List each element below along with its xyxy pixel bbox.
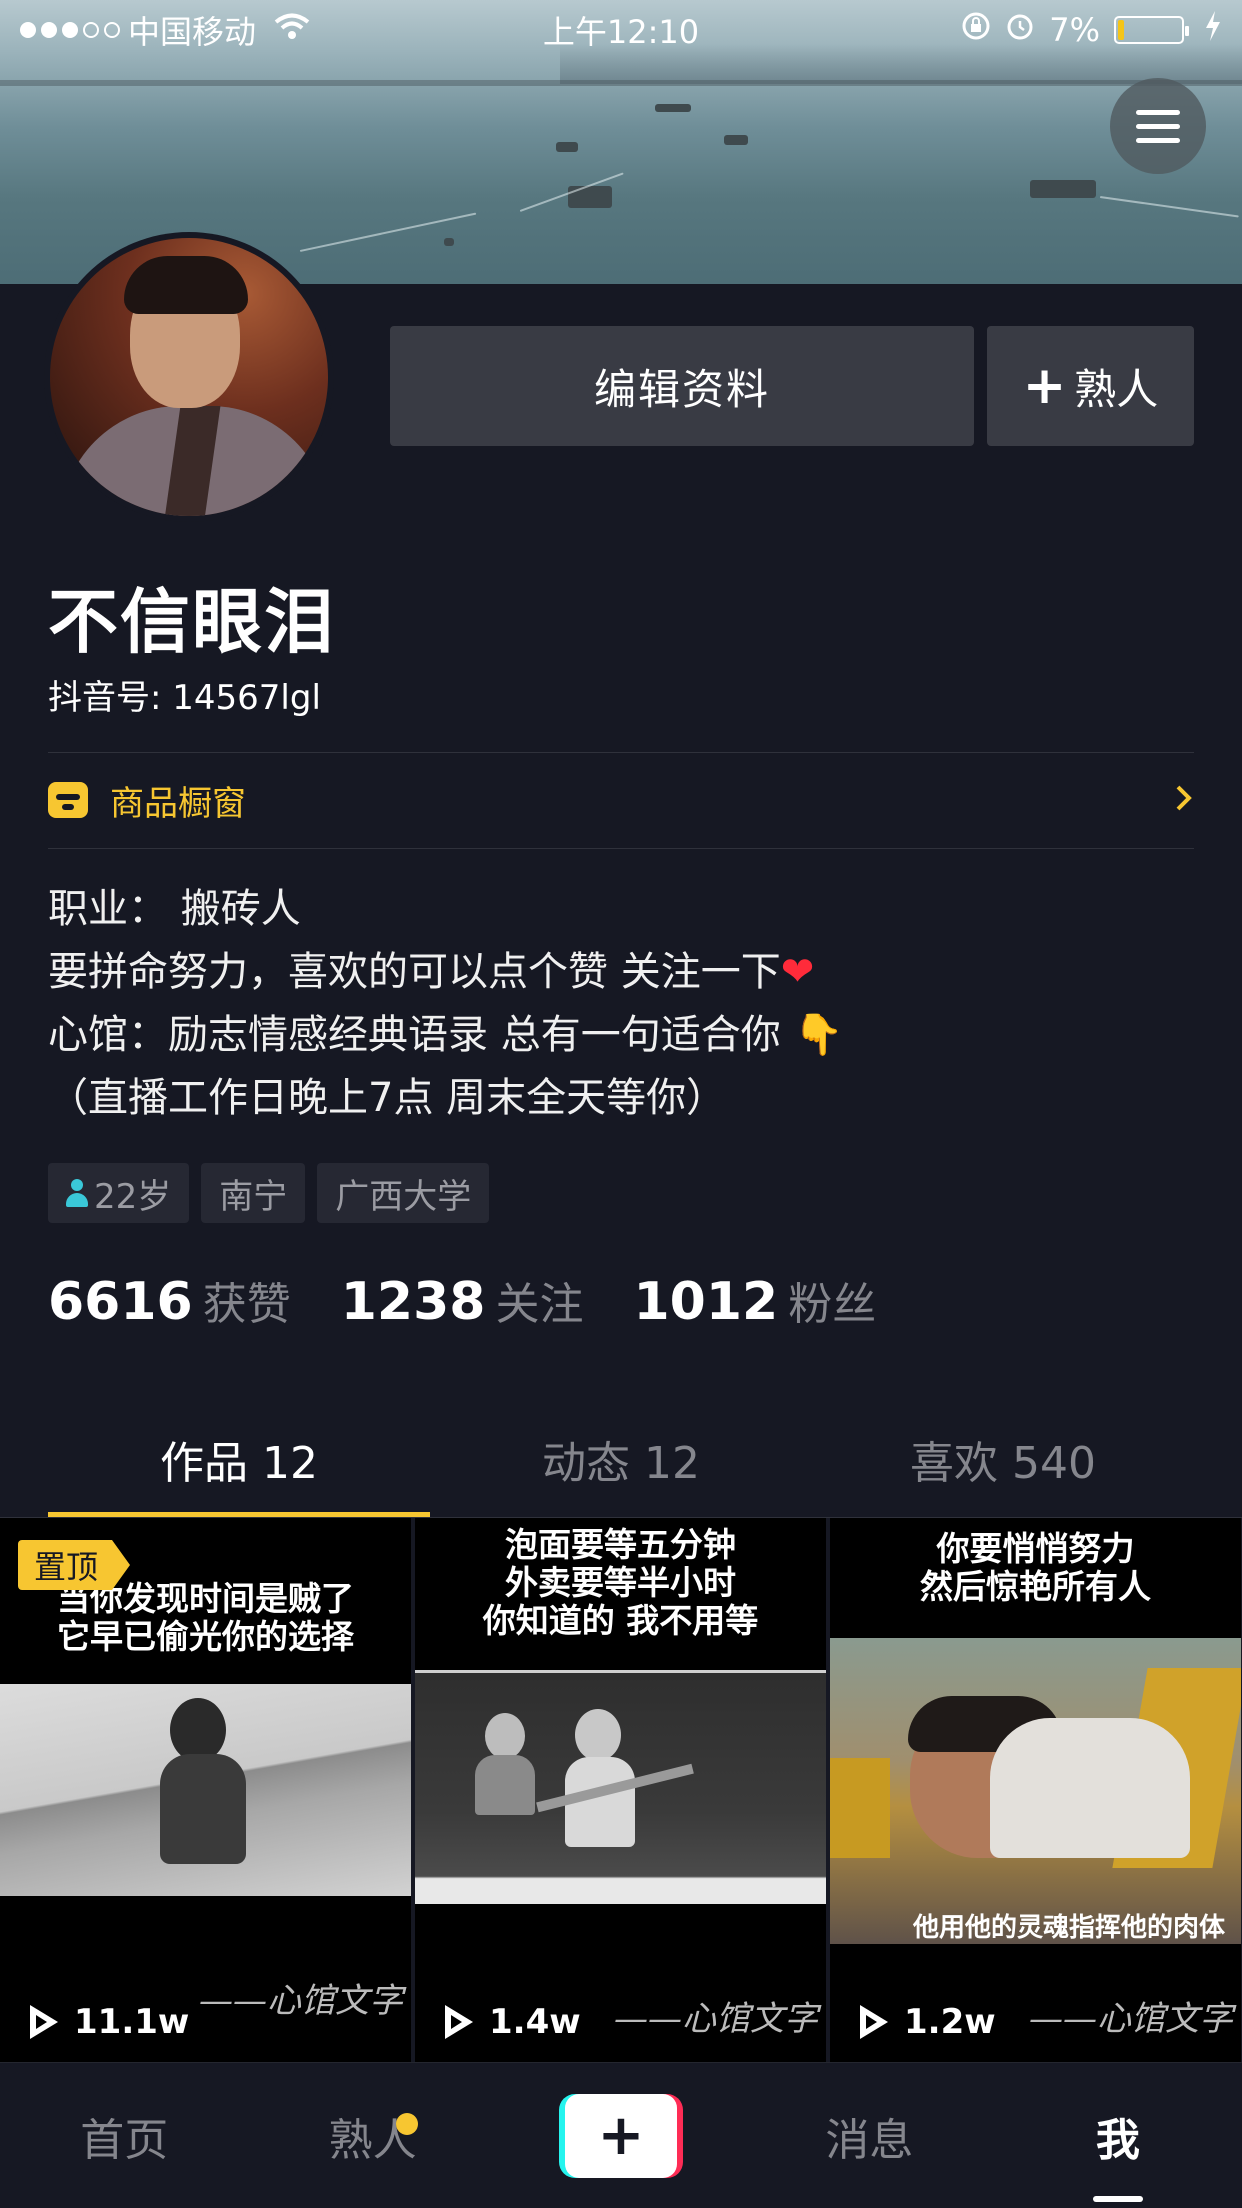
tab-likes[interactable]: 喜欢 540 [812,1400,1194,1518]
cover-boat [556,142,578,152]
video-watermark: ——心馆文字 [1029,1999,1233,2039]
nav-home-label: 首页 [80,2114,169,2166]
video-caption-line: 你要悄悄努力 [936,1529,1135,1568]
bio-line: 心馆：励志情感经典语录 总有一句适合你 👇 [48,1004,843,1067]
cover-shoreline [0,80,1242,86]
play-count-value: 11.1w [74,2002,190,2042]
nav-friends[interactable]: 熟人 [248,2063,496,2208]
video-thumbnail[interactable]: 泡面要等五分钟 外卖要等半小时 你知道的 我不用等 ——心馆文字 1.4w [415,1518,826,2062]
location-tag: 南宁 [201,1163,306,1223]
bio-line-text: 要拼命努力，喜欢的可以点个赞 关注一下 [48,949,781,995]
video-caption: 泡面要等五分钟 外卖要等半小时 你知道的 我不用等 [415,1526,826,1640]
heart-icon: ❤ [780,949,815,995]
likes-label: 获赞 [202,1279,291,1330]
chevron-right-icon [1174,777,1194,823]
plus-icon: + [565,2093,678,2178]
video-thumbnail[interactable]: 置顶 当你发现时间是贼了 它早已偷光你的选择 ——心馆文字 11.1w [0,1518,411,2062]
shop-window-row[interactable]: 商品橱窗 [48,752,1194,848]
pointing-down-icon: 👇 [793,1012,844,1058]
tab-works[interactable]: 作品 12 [48,1400,430,1518]
video-caption-line: 然后惊艳所有人 [920,1567,1151,1606]
battery-icon [1114,16,1189,44]
following-count: 1238 [340,1272,486,1332]
shop-icon [48,782,88,818]
video-watermark: ——心馆文字 [199,1981,403,2021]
play-count: 11.1w [26,2002,189,2042]
cover-wake [299,212,477,252]
edit-profile-button[interactable]: 编辑资料 [390,326,974,446]
status-time: 上午12:10 [542,13,700,51]
edit-profile-label: 编辑资料 [593,364,770,414]
pinned-badge: 置顶 [18,1540,131,1590]
video-subtitle: 他用他的灵魂指挥他的肉体 [912,1913,1225,1943]
age-tag: 22岁 [48,1163,190,1223]
bio-line-text: 心馆：励志情感经典语录 总有一句适合你 [48,1012,781,1058]
video-thumbnail[interactable]: 你要悄悄努力 然后惊艳所有人 他用他的灵魂指挥他的肉体 ——心馆文字 1.2w [830,1518,1241,2062]
nav-home[interactable]: 首页 [0,2063,248,2208]
play-icon [856,2003,890,2041]
likes-stat[interactable]: 6616 获赞 [48,1268,291,1332]
video-scene [830,1638,1241,1944]
following-label: 关注 [495,1279,584,1330]
add-friend-label: 熟人 [1074,364,1159,414]
nav-me-label: 我 [1095,2114,1140,2166]
add-friend-button[interactable]: + 熟人 [987,326,1194,446]
profile-tags: 22岁 南宁 广西大学 [48,1163,490,1223]
plus-icon: + [1022,356,1067,416]
nav-messages[interactable]: 消息 [745,2063,993,2208]
avatar-image [50,238,328,516]
play-count-value: 1.2w [904,2002,996,2042]
person-icon [66,1179,88,1207]
play-count: 1.2w [856,2002,996,2042]
location-tag-label: 南宁 [219,1176,288,1217]
video-caption-line: 泡面要等五分钟 [505,1525,736,1564]
play-count: 1.4w [441,2002,581,2042]
likes-count: 6616 [48,1272,193,1332]
douyin-id: 抖音号: 14567lgl [48,678,321,718]
video-watermark: ——心馆文字 [614,1999,818,2039]
video-caption-line: 你知道的 我不用等 [482,1601,759,1640]
age-tag-label: 22岁 [94,1176,172,1217]
profile-name: 不信眼泪 [48,581,336,663]
bottom-navigation: 首页 熟人 + 消息 我 [0,2062,1242,2208]
bio-line: （直播工作日晚上7点 周末全天等你） [48,1075,727,1121]
shop-window-label: 商品橱窗 [110,783,246,824]
video-caption-line: 外卖要等半小时 [505,1563,736,1602]
cover-boat [724,135,748,145]
nav-add[interactable]: + [497,2063,745,2208]
play-icon [441,2003,475,2041]
video-caption: 当你发现时间是贼了 它早已偷光你的选择 [0,1580,411,1656]
bio-line: 要拼命努力，喜欢的可以点个赞 关注一下❤ [48,941,843,1004]
tab-dynamics[interactable]: 动态 12 [430,1400,812,1518]
add-video-button[interactable]: + [559,2093,684,2178]
play-icon [26,2003,60,2041]
video-caption: 你要悄悄努力 然后惊艳所有人 [830,1530,1241,1606]
cover-boat [1030,180,1096,198]
play-count-value: 1.4w [489,2002,581,2042]
cover-boat [444,238,454,246]
followers-stat[interactable]: 1012 粉丝 [633,1268,876,1332]
school-tag: 广西大学 [317,1163,490,1223]
bio-line: 职业： 搬砖人 [48,886,301,932]
following-stat[interactable]: 1238 关注 [341,1268,584,1332]
profile-stats: 6616 获赞 1238 关注 1012 粉丝 [48,1268,876,1332]
hamburger-menu-icon [1136,109,1180,115]
avatar[interactable] [44,232,334,522]
nav-me[interactable]: 我 [994,2063,1242,2208]
bio: 职业： 搬砖人 要拼命努力，喜欢的可以点个赞 关注一下❤ 心馆：励志情感经典语录… [48,878,843,1130]
video-grid: 置顶 当你发现时间是贼了 它早已偷光你的选择 ——心馆文字 11.1w 泡面要等… [0,1518,1242,2062]
followers-label: 粉丝 [788,1279,877,1330]
nav-messages-label: 消息 [825,2114,914,2166]
menu-button[interactable] [1110,78,1206,174]
cover-boat [655,104,691,112]
video-caption-line: 它早已偷光你的选择 [57,1617,354,1656]
content-tabs: 作品 12 动态 12 喜欢 540 [48,1400,1194,1518]
video-scene [0,1684,411,1896]
divider [48,848,1194,849]
status-bar: 中国移动 上午12:10 7% [0,0,1242,60]
video-scene [415,1670,826,1904]
school-tag-label: 广西大学 [335,1176,472,1217]
cover-wake [1099,196,1239,218]
followers-count: 1012 [633,1272,779,1332]
